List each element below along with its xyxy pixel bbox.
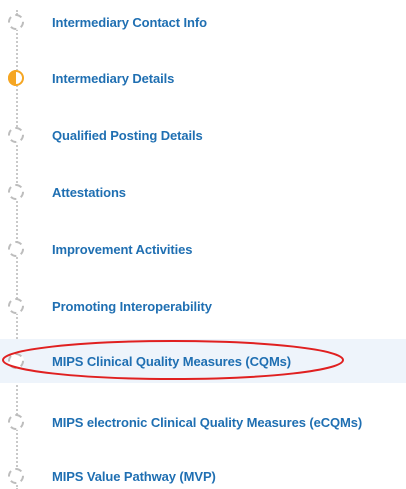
step-label[interactable]: Improvement Activities (52, 242, 192, 257)
step-label[interactable]: Intermediary Contact Info (52, 15, 207, 30)
step-label[interactable]: Qualified Posting Details (52, 128, 203, 143)
step-qualified-posting-details[interactable]: Qualified Posting Details (0, 113, 406, 157)
step-pending-icon (8, 298, 24, 314)
step-label[interactable]: Attestations (52, 185, 126, 200)
progress-stepper: Intermediary Contact Info Intermediary D… (0, 0, 406, 489)
step-mips-clinical-quality-measures[interactable]: MIPS Clinical Quality Measures (CQMs) (0, 339, 406, 383)
step-label[interactable]: Intermediary Details (52, 71, 174, 86)
step-label[interactable]: Promoting Interoperability (52, 299, 212, 314)
step-intermediary-contact-info[interactable]: Intermediary Contact Info (0, 0, 406, 44)
step-pending-icon (8, 353, 24, 369)
step-pending-icon (8, 414, 24, 430)
step-mips-value-pathway[interactable]: MIPS Value Pathway (MVP) (0, 454, 406, 489)
step-intermediary-details[interactable]: Intermediary Details (0, 56, 406, 100)
step-label[interactable]: MIPS Clinical Quality Measures (CQMs) (52, 354, 291, 369)
step-in-progress-icon (8, 70, 24, 86)
step-pending-icon (8, 127, 24, 143)
step-promoting-interoperability[interactable]: Promoting Interoperability (0, 284, 406, 328)
step-pending-icon (8, 14, 24, 30)
step-label[interactable]: MIPS electronic Clinical Quality Measure… (52, 415, 362, 430)
step-improvement-activities[interactable]: Improvement Activities (0, 227, 406, 271)
step-pending-icon (8, 468, 24, 484)
step-attestations[interactable]: Attestations (0, 170, 406, 214)
step-pending-icon (8, 184, 24, 200)
step-label[interactable]: MIPS Value Pathway (MVP) (52, 469, 216, 484)
step-mips-electronic-clinical-quality-measures[interactable]: MIPS electronic Clinical Quality Measure… (0, 400, 406, 444)
step-pending-icon (8, 241, 24, 257)
